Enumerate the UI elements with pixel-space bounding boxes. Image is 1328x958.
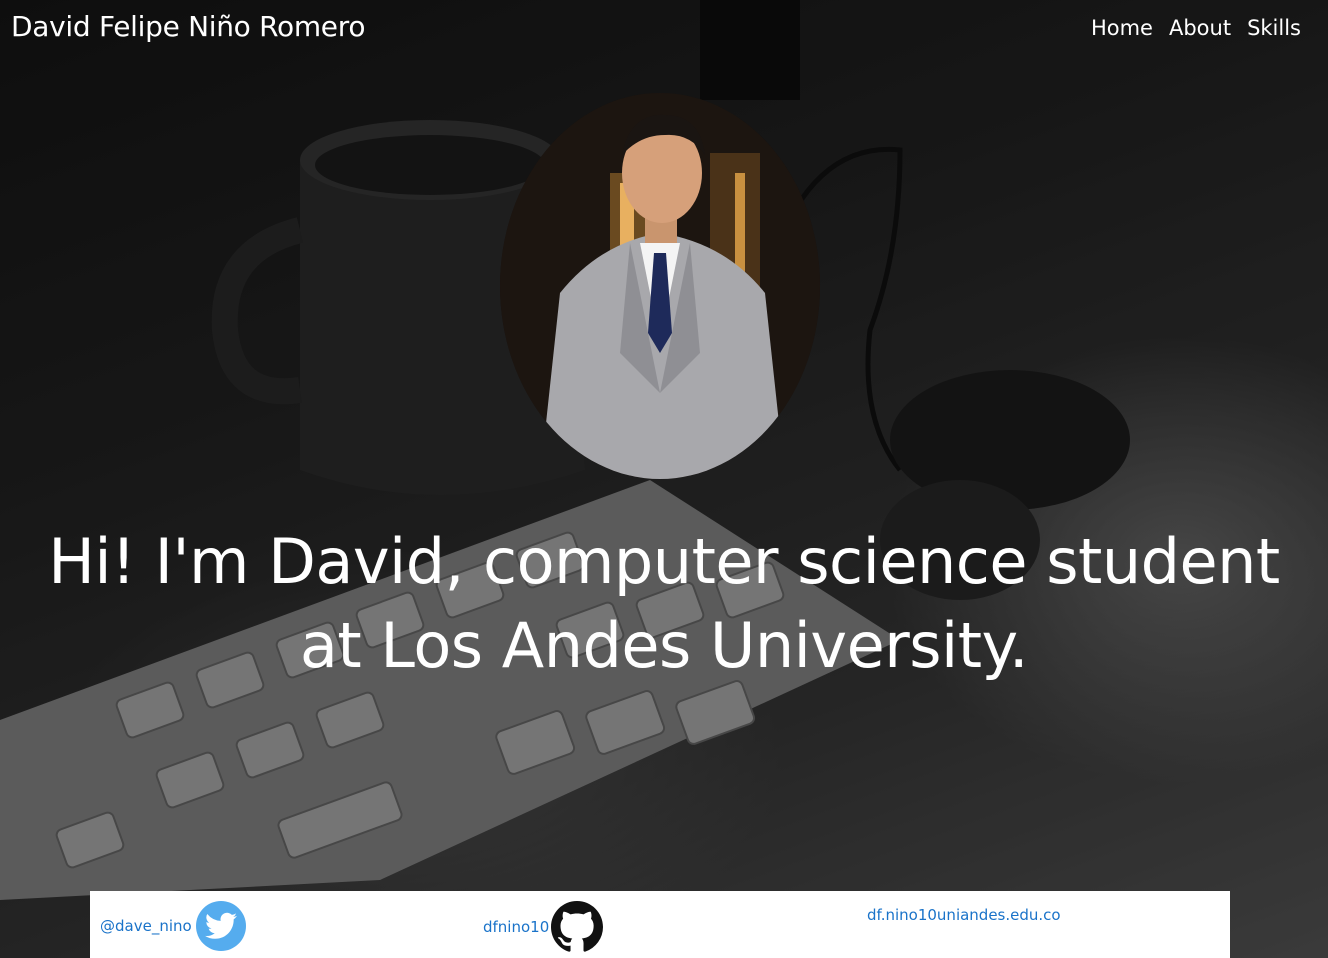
nav-skills-link[interactable]: Skills	[1247, 16, 1301, 40]
twitter-icon[interactable]	[195, 901, 246, 951]
email-contact[interactable]: df.nino10uniandes.edu.co	[867, 906, 1061, 924]
email-address[interactable]: df.nino10uniandes.edu.co	[867, 906, 1061, 924]
github-contact[interactable]: dfnino10	[483, 901, 604, 953]
page: David Felipe Niño Romero Home About Skil…	[0, 0, 1328, 958]
site-brand[interactable]: David Felipe Niño Romero	[11, 10, 365, 43]
github-icon[interactable]	[551, 901, 604, 953]
twitter-handle[interactable]: @dave_nino	[100, 917, 192, 935]
main-nav: Home About Skills	[1091, 16, 1301, 40]
contact-bar: @dave_nino dfnino10 df.nino10uniandes.ed…	[90, 891, 1230, 958]
hero-heading: Hi! I'm David, computer science student …	[0, 520, 1328, 688]
hero-line-2: at Los Andes University.	[299, 609, 1029, 682]
nav-home-link[interactable]: Home	[1091, 16, 1153, 40]
nav-about-link[interactable]: About	[1169, 16, 1231, 40]
hero-line-1: Hi! I'm David, computer science student	[48, 525, 1280, 598]
github-handle[interactable]: dfnino10	[483, 918, 549, 936]
twitter-contact[interactable]: @dave_nino	[100, 901, 246, 951]
profile-photo	[500, 93, 820, 479]
